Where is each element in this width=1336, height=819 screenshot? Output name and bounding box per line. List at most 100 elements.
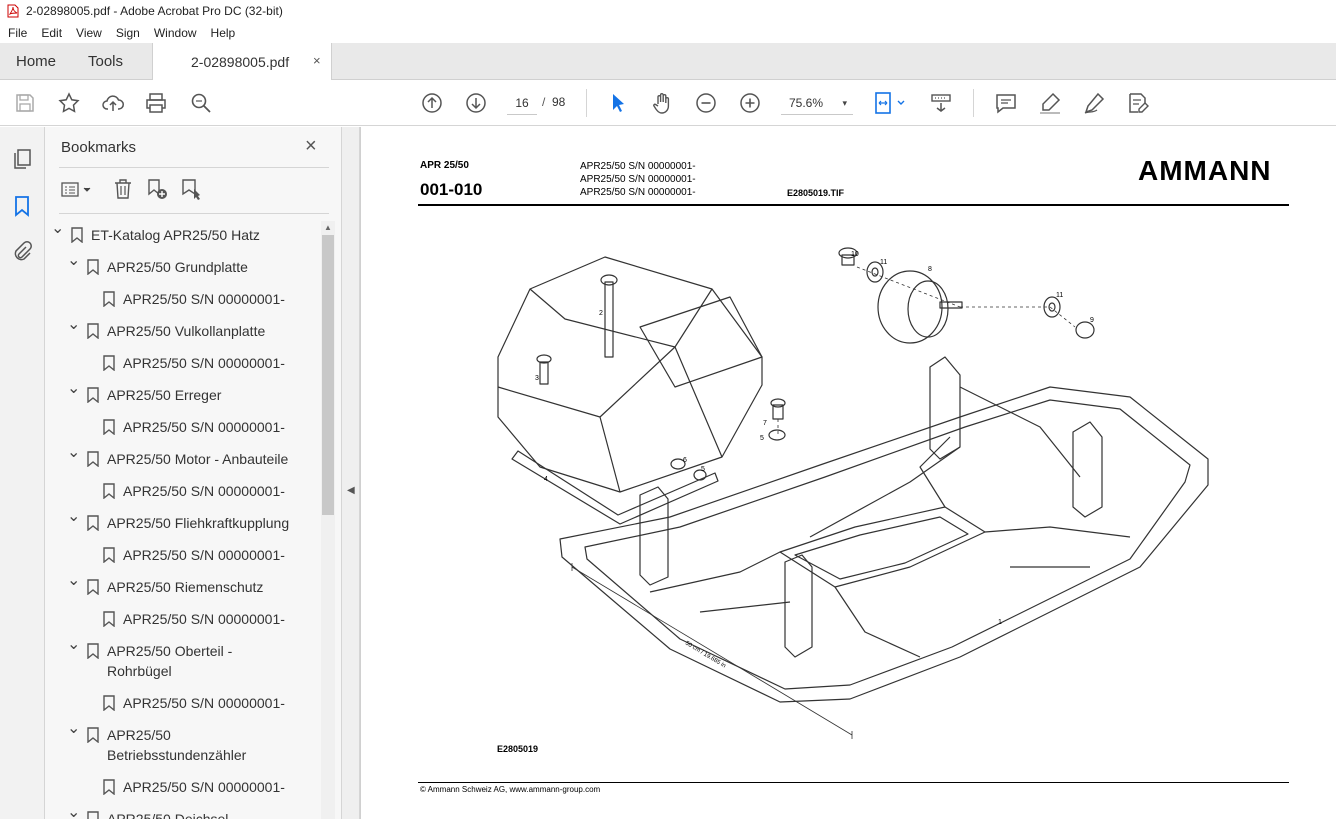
scroll-mode-icon[interactable] [929,91,953,115]
tab-tools[interactable]: Tools [88,53,123,70]
bookmark-flag-icon [87,387,99,403]
chevron-down-icon[interactable]: ⌄ [67,443,80,463]
upload-cloud-icon[interactable] [101,91,125,115]
collapse-left-arrow-icon[interactable]: ◀ [347,485,355,496]
footer-rule [418,782,1289,783]
zoom-level-select[interactable]: 75.6% ▾ [781,91,853,115]
bookmark-label-line2: Rohrbügel [107,663,172,679]
bookmark-label: APR25/50 S/N 00000001- [123,779,285,795]
highlighter-icon[interactable] [1038,91,1062,115]
bookmark-section[interactable]: ⌄ APR25/50 Deichsel [45,804,321,819]
bookmark-leaf[interactable]: APR25/50 S/N 00000001- [45,353,321,373]
bookmark-options-icon[interactable] [59,179,95,201]
page-number-input[interactable]: 16 [507,91,537,115]
star-bookmark-icon[interactable] [57,91,81,115]
bookmark-leaf[interactable]: APR25/50 S/N 00000001- [45,417,321,437]
fill-sign-icon[interactable] [1126,91,1150,115]
bookmark-section[interactable]: ⌄ APR25/50 Fliehkraftkupplung [45,508,321,533]
attachments-paperclip-icon[interactable] [10,240,34,264]
chevron-down-icon[interactable]: ⌄ [67,379,80,399]
part-number-5: 5 [760,435,764,442]
bookmark-label: APR25/50 S/N 00000001- [123,483,285,499]
menu-file[interactable]: File [0,26,34,40]
bookmark-section[interactable]: ⌄ APR25/50 Betriebsstundenzähler [45,720,321,765]
bookmark-label: APR25/50 Grundplatte [107,259,248,275]
chevron-down-icon[interactable]: ⌄ [67,571,80,591]
chevron-down-icon[interactable]: ⌄ [67,719,80,739]
chevron-down-icon[interactable]: ⌄ [67,803,80,819]
bookmark-label: APR25/50 Vulkollanplatte [107,323,266,339]
tab-close-icon[interactable]: × [313,53,321,68]
acrobat-pdf-icon [7,4,19,18]
scrollbar-thumb[interactable] [322,235,334,515]
bookmark-leaf[interactable]: APR25/50 S/N 00000001- [45,545,321,565]
part-number-4: 4 [544,476,548,483]
delete-bookmark-icon[interactable] [111,177,135,201]
part-number-3: 3 [535,375,539,382]
window-title: 2-02898005.pdf - Adobe Acrobat Pro DC (3… [26,4,283,18]
section-code: 001-010 [420,180,483,199]
save-icon[interactable] [13,91,37,115]
bookmark-leaf[interactable]: APR25/50 S/N 00000001- [45,693,321,713]
page-total: 98 [552,95,566,109]
next-page-icon[interactable] [464,91,488,115]
copyright-notice: © Ammann Schweiz AG, www.ammann-group.co… [420,785,601,794]
prev-page-icon[interactable] [420,91,444,115]
page-thumbnails-icon[interactable] [10,147,34,171]
menu-bar: File Edit View Sign Window Help [0,22,1336,43]
draw-pen-icon[interactable] [1082,91,1106,115]
bookmark-section[interactable]: ⌄ APR25/50 Grundplatte [45,252,321,277]
tab-document[interactable]: 2-02898005.pdf × [152,43,332,80]
bookmark-label-line2: Betriebsstundenzähler [107,747,247,763]
hand-tool-icon[interactable] [650,91,674,115]
part-number-1: 1 [998,619,1002,626]
menu-edit[interactable]: Edit [34,26,69,40]
panel-collapse-handle[interactable]: ◀ [342,127,360,819]
chevron-down-icon[interactable]: ⌄ [67,315,80,335]
tab-home[interactable]: Home [16,53,56,70]
bookmark-leaf[interactable]: APR25/50 S/N 00000001- [45,609,321,629]
bookmark-section[interactable]: ⌄ APR25/50 Motor - Anbauteile [45,444,321,469]
fit-page-icon[interactable] [873,91,909,115]
new-bookmark-icon[interactable] [145,177,169,201]
ammann-logo: AMMANN [1138,155,1272,186]
part-number-10: 10 [851,251,859,258]
select-cursor-icon[interactable] [606,91,630,115]
part-number-7: 7 [763,420,767,427]
zoom-out-icon[interactable] [694,91,718,115]
chevron-down-icon[interactable]: ⌄ [67,507,80,527]
bookmark-section[interactable]: ⌄ APR25/50 Riemenschutz [45,572,321,597]
bookmarks-title: Bookmarks [61,139,137,156]
bookmarks-scrollbar[interactable]: ▲ [321,221,335,819]
menu-window[interactable]: Window [147,26,204,40]
document-view[interactable]: APR 25/50 001-010 APR25/50 S/N 00000001-… [360,127,1336,819]
bookmark-leaf[interactable]: APR25/50 S/N 00000001- [45,289,321,309]
find-icon[interactable] [189,91,213,115]
bookmark-section[interactable]: ⌄ APR25/50 Vulkollanplatte [45,316,321,341]
bookmark-label: APR25/50 S/N 00000001- [123,695,285,711]
bookmark-label: APR25/50 Riemenschutz [107,579,264,595]
bookmark-from-structure-icon[interactable] [179,177,203,201]
bookmark-label: APR25/50 Motor - Anbauteile [107,451,289,467]
chevron-down-icon[interactable]: ⌄ [67,251,80,271]
comment-icon[interactable] [994,91,1018,115]
bookmark-section[interactable]: ⌄ APR25/50 Oberteil - Rohrbügel [45,636,321,681]
menu-help[interactable]: Help [204,26,243,40]
bookmark-leaf[interactable]: APR25/50 S/N 00000001- [45,481,321,501]
part-number-11b: 11 [1056,292,1063,299]
menu-view[interactable]: View [69,26,109,40]
chevron-down-icon[interactable]: ⌄ [51,221,64,239]
bookmark-flag-icon [103,547,115,563]
bookmark-leaf[interactable]: APR25/50 S/N 00000001- [45,777,321,797]
scroll-up-arrow-icon[interactable]: ▲ [324,223,332,232]
bookmark-root[interactable]: ⌄ ET-Katalog APR25/50 Hatz [45,221,321,245]
print-icon[interactable] [144,91,168,115]
close-icon[interactable]: × [305,135,317,158]
bookmark-section[interactable]: ⌄ APR25/50 Erreger [45,380,321,405]
bookmark-flag-icon [87,727,99,743]
bookmarks-panel: Bookmarks × ⌄ ET-Katalog APR25/50 Hatz ⌄ AP… [45,127,342,819]
bookmarks-panel-icon[interactable] [10,194,34,218]
zoom-in-icon[interactable] [738,91,762,115]
menu-sign[interactable]: Sign [109,26,147,40]
chevron-down-icon[interactable]: ⌄ [67,635,80,655]
